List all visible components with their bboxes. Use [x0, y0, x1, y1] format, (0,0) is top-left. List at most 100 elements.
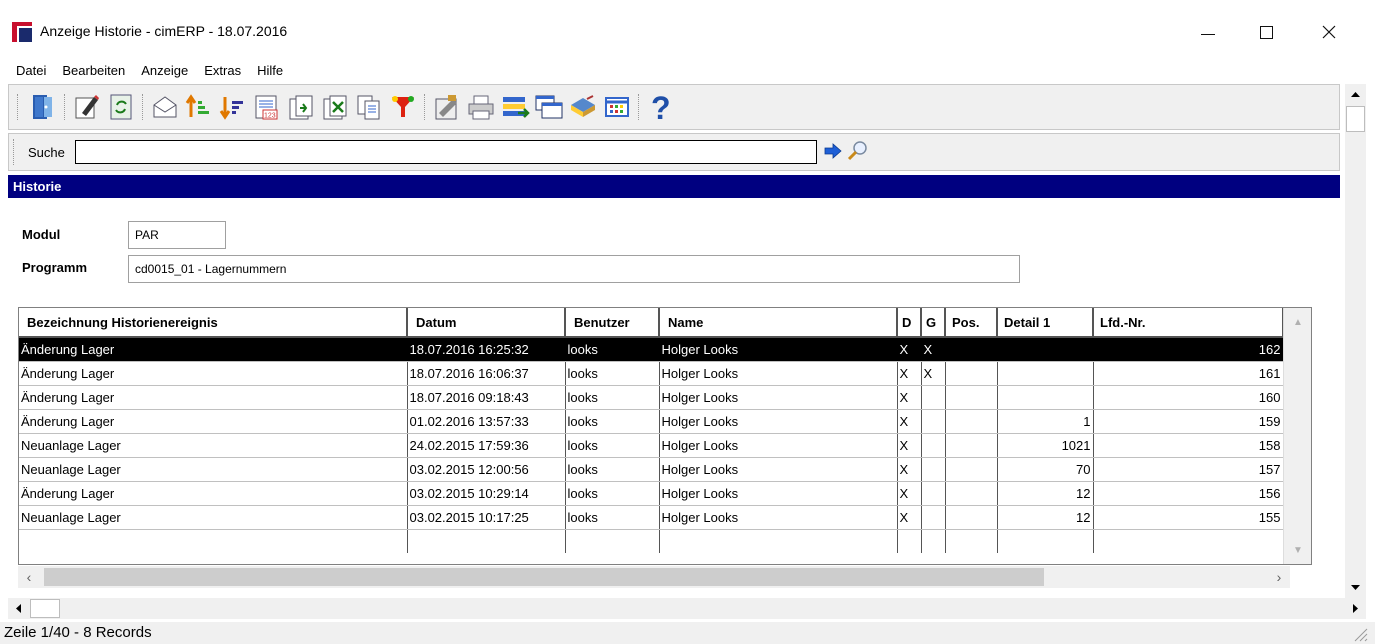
cell-detail-1: 12 [997, 505, 1094, 530]
book-button[interactable] [568, 90, 598, 124]
transfer-icon [503, 97, 530, 118]
scroll-left-button[interactable] [8, 598, 29, 619]
toolbar-separator [424, 94, 426, 120]
scroll-up-button[interactable] [1345, 84, 1366, 105]
column-header-pos[interactable]: Pos. [945, 308, 998, 338]
table-row[interactable]: Neuanlage Lager 03.02.2015 10:17:25 look… [19, 505, 1284, 530]
cell-bezeichnung: Neuanlage Lager [19, 457, 408, 482]
table-button[interactable] [602, 90, 632, 124]
search-button[interactable] [847, 140, 869, 165]
window-horizontal-scrollbar[interactable] [8, 598, 1366, 619]
cell-lfd-nr: 161 [1093, 361, 1284, 386]
cell-detail-1: 12 [997, 481, 1094, 506]
search-bar: Suche [8, 133, 1340, 171]
sort-ascending-button[interactable] [184, 90, 214, 124]
column-header-detail-1[interactable]: Detail 1 [997, 308, 1094, 338]
cell-benutzer: looks [565, 337, 660, 362]
menu-hilfe[interactable]: Hilfe [255, 62, 285, 79]
cell-g: X [921, 361, 946, 386]
cell-benutzer: looks [565, 385, 660, 410]
column-header-datum[interactable]: Datum [407, 308, 566, 338]
table-row[interactable]: Änderung Lager 01.02.2016 13:57:33 looks… [19, 409, 1284, 434]
grid-scroll-left-icon[interactable]: ‹ [18, 566, 40, 588]
menu-bearbeiten[interactable]: Bearbeiten [60, 62, 127, 79]
grid-scroll-right-icon[interactable]: › [1268, 566, 1290, 588]
cell-benutzer: looks [565, 409, 660, 434]
cell-name: Holger Looks [659, 433, 898, 458]
properties-button[interactable] [432, 90, 462, 124]
refresh-button[interactable] [106, 90, 136, 124]
cell-g [921, 409, 946, 434]
minimize-button[interactable] [1185, 14, 1231, 50]
excel-export-icon [323, 95, 347, 120]
copy-button[interactable] [354, 90, 384, 124]
cell-g: X [921, 337, 946, 362]
number-list-icon: 123 [255, 95, 278, 120]
table-row[interactable]: Änderung Lager 18.07.2016 16:06:37 looks… [19, 361, 1284, 386]
arrow-right-icon [824, 142, 842, 159]
export-button[interactable] [286, 90, 316, 124]
transfer-button[interactable] [500, 90, 530, 124]
excel-export-button[interactable] [320, 90, 350, 124]
table-row[interactable]: Neuanlage Lager 03.02.2015 12:00:56 look… [19, 457, 1284, 482]
exit-button[interactable] [28, 90, 58, 124]
cell-datum: 18.07.2016 16:25:32 [407, 337, 566, 362]
cell-detail-1: 1021 [997, 433, 1094, 458]
magnifier-icon [847, 140, 867, 160]
windows-button[interactable] [534, 90, 564, 124]
sort-descending-icon [219, 97, 243, 120]
grid-horizontal-scroll-thumb[interactable] [44, 568, 1044, 586]
menu-datei[interactable]: Datei [14, 62, 48, 79]
edit-icon [75, 95, 99, 119]
cell-pos [945, 505, 998, 530]
cell-datum: 24.02.2015 17:59:36 [407, 433, 566, 458]
column-header-g[interactable]: G [921, 308, 946, 338]
cell-lfd-nr: 156 [1093, 481, 1284, 506]
vertical-scroll-thumb[interactable] [1346, 106, 1365, 132]
grid-scroll-down-icon[interactable]: ▼ [1284, 540, 1311, 560]
help-button[interactable]: ? [646, 90, 676, 124]
cell-bezeichnung: Änderung Lager [19, 385, 408, 410]
table-row[interactable]: Neuanlage Lager 24.02.2015 17:59:36 look… [19, 433, 1284, 458]
print-button[interactable] [466, 90, 496, 124]
empty-cell [897, 529, 922, 553]
window-vertical-scrollbar[interactable] [1345, 84, 1366, 598]
cell-d: X [897, 481, 922, 506]
column-header-benutzer[interactable]: Benutzer [565, 308, 660, 338]
cell-datum: 18.07.2016 09:18:43 [407, 385, 566, 410]
maximize-button[interactable] [1243, 14, 1289, 50]
edit-button[interactable] [72, 90, 102, 124]
cell-detail-1 [997, 361, 1094, 386]
search-input[interactable] [74, 140, 817, 164]
grid-vertical-scrollbar[interactable]: ▲ ▼ [1283, 308, 1311, 564]
toolbar: 123 ? [8, 84, 1340, 130]
cell-benutzer: looks [565, 481, 660, 506]
programm-field[interactable]: cd0015_01 - Lagernummern [128, 255, 1020, 283]
empty-cell [19, 529, 408, 553]
grid-horizontal-scrollbar[interactable]: ‹ › [18, 566, 1290, 588]
grid-scroll-up-icon[interactable]: ▲ [1284, 312, 1311, 332]
horizontal-scroll-thumb[interactable] [30, 599, 60, 618]
table-row[interactable]: Änderung Lager 03.02.2015 10:29:14 looks… [19, 481, 1284, 506]
cell-name: Holger Looks [659, 457, 898, 482]
modul-field[interactable]: PAR [128, 221, 226, 249]
scroll-right-button[interactable] [1345, 598, 1366, 619]
resize-grip-icon[interactable] [1352, 626, 1368, 642]
cell-benutzer: looks [565, 361, 660, 386]
column-header-bezeichnung[interactable]: Bezeichnung Historienereignis [19, 308, 408, 338]
column-header-name[interactable]: Name [659, 308, 898, 338]
table-row[interactable]: Änderung Lager 18.07.2016 16:25:32 looks… [19, 337, 1284, 362]
column-header-lfd-nr[interactable]: Lfd.-Nr. [1093, 308, 1284, 338]
sort-descending-button[interactable] [218, 90, 248, 124]
number-list-button[interactable]: 123 [252, 90, 282, 124]
search-go-button[interactable] [823, 142, 843, 162]
mail-button[interactable] [150, 90, 180, 124]
menu-extras[interactable]: Extras [202, 62, 243, 79]
menu-anzeige[interactable]: Anzeige [139, 62, 190, 79]
column-header-d[interactable]: D [897, 308, 922, 338]
filter-button[interactable] [388, 90, 418, 124]
close-button[interactable] [1306, 14, 1352, 50]
scroll-down-button[interactable] [1345, 577, 1366, 598]
cell-g [921, 385, 946, 410]
table-row[interactable]: Änderung Lager 18.07.2016 09:18:43 looks… [19, 385, 1284, 410]
